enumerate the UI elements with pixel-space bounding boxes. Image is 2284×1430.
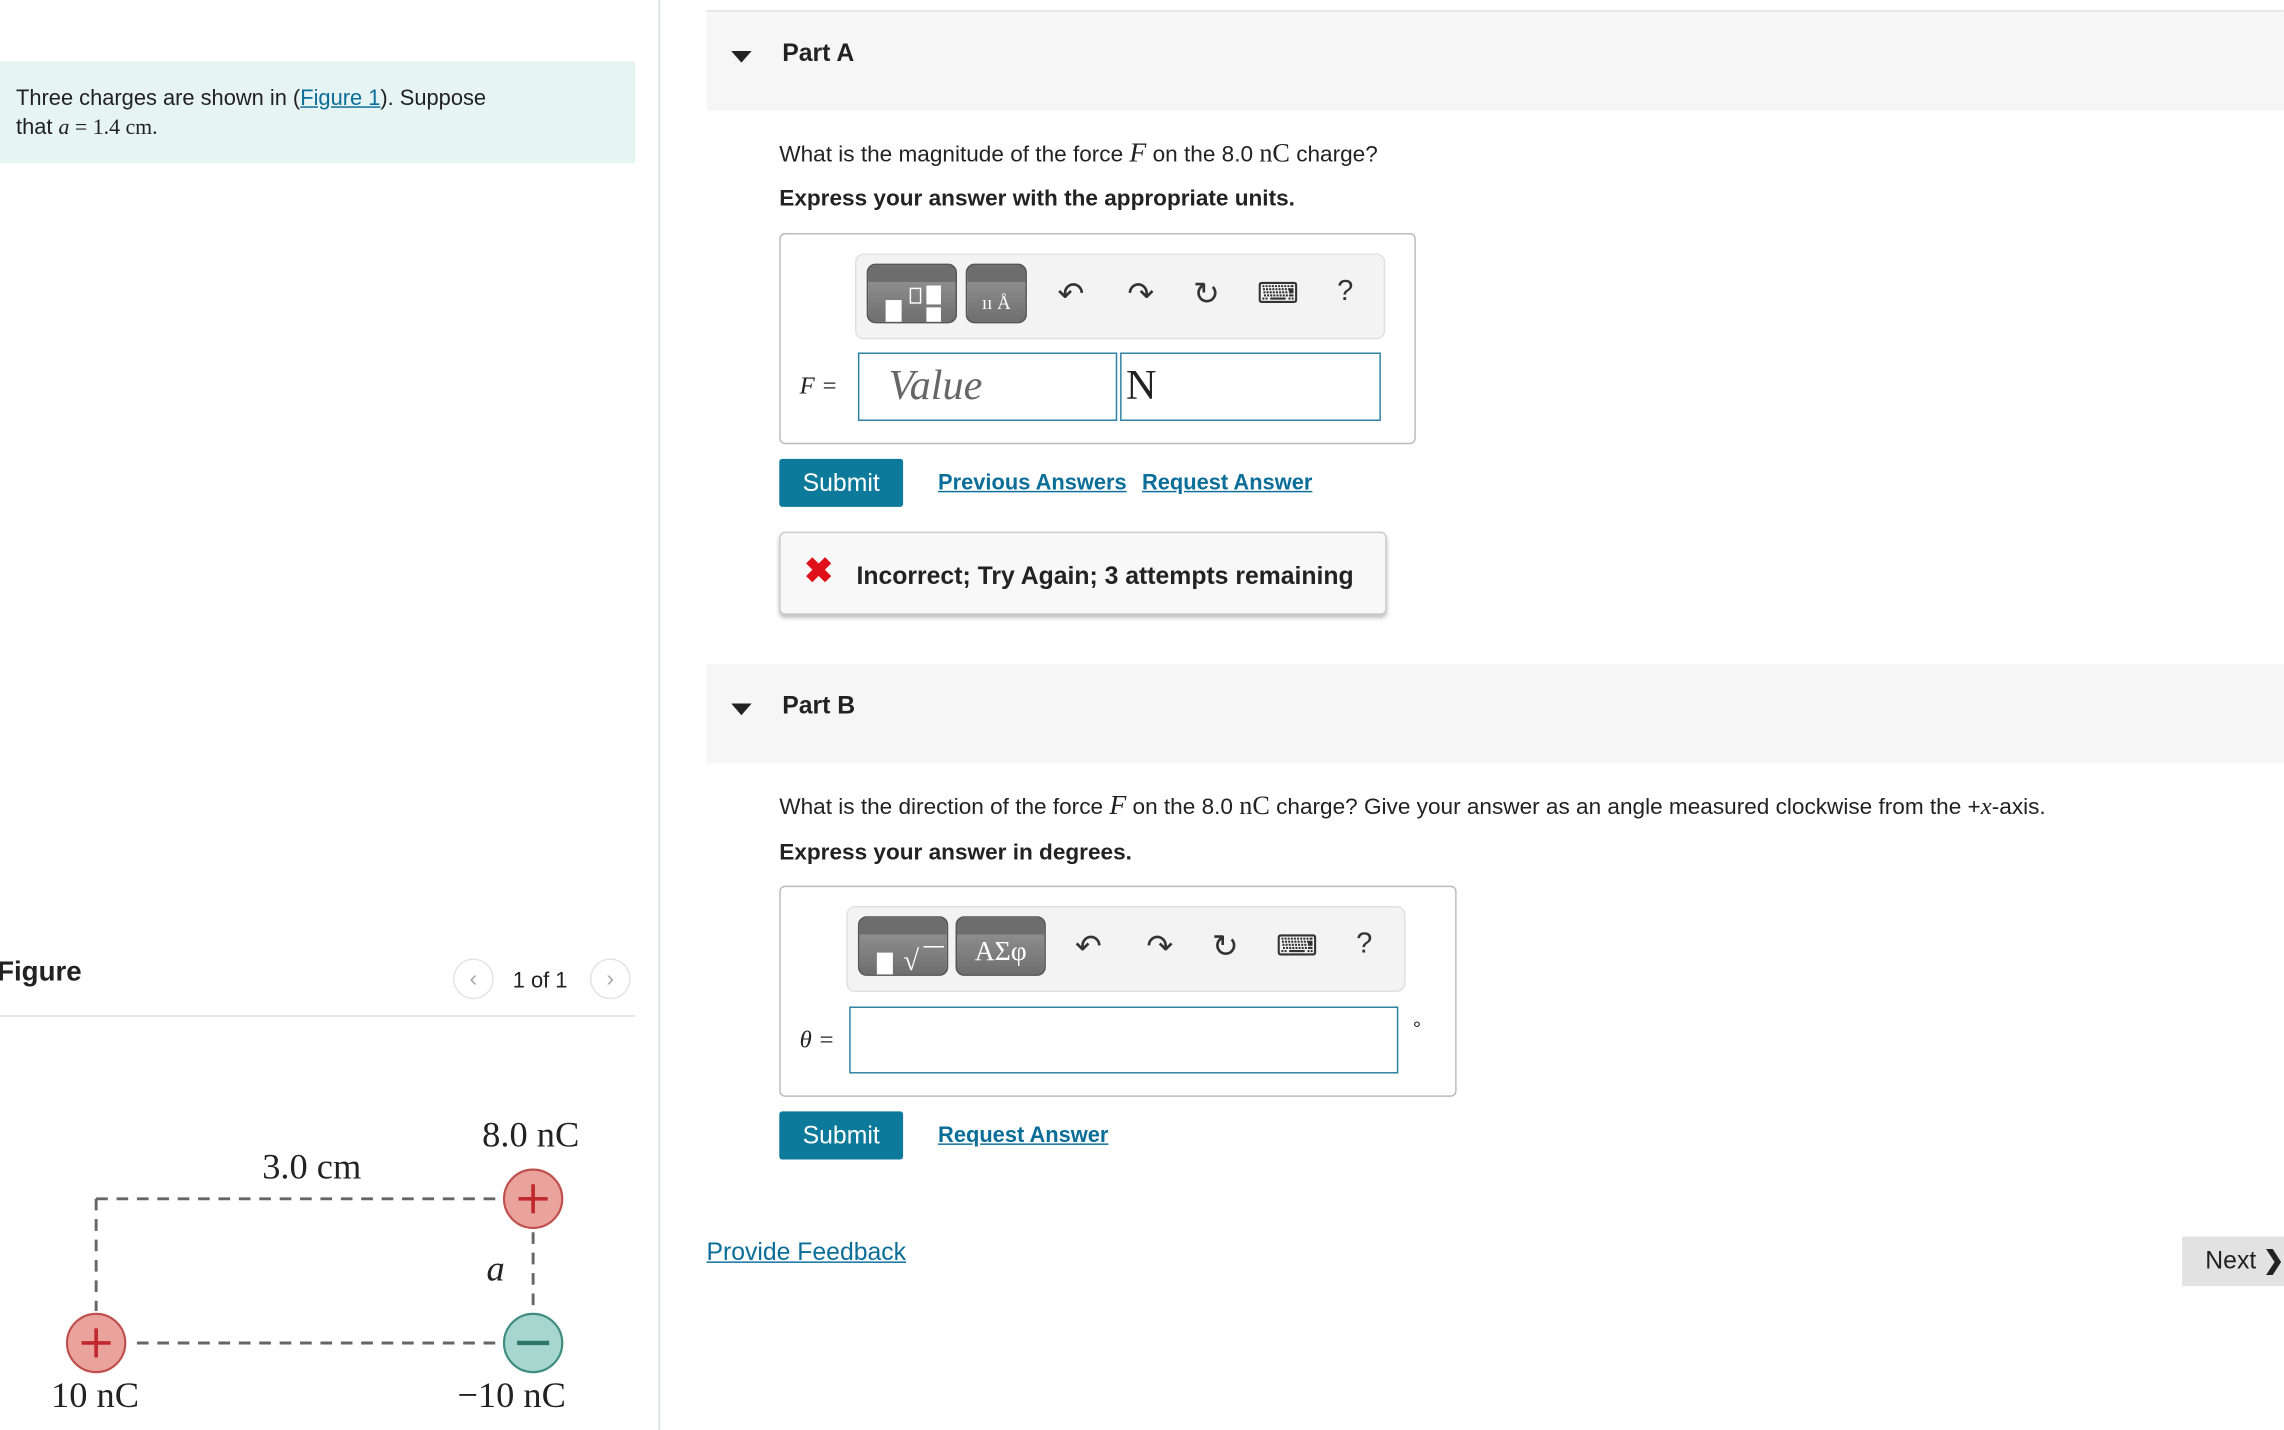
theta-label: θ = <box>799 1025 835 1054</box>
charge-label-bottom-right: −10 nC <box>457 1376 566 1416</box>
part-b-submit-button[interactable]: Submit <box>779 1111 904 1160</box>
figure-title: Figure <box>0 956 82 988</box>
force-vector: F <box>1129 138 1147 169</box>
help-icon[interactable]: ? <box>1356 928 1372 962</box>
problem-text: Three charges are shown in ( <box>16 85 301 111</box>
positive-charge-top-right <box>502 1168 564 1230</box>
part-b-request-answer-link[interactable]: Request Answer <box>938 1123 1108 1148</box>
next-figure-button[interactable]: › <box>589 958 631 1000</box>
f-label: F = <box>799 371 838 400</box>
redo-icon[interactable]: ↷ <box>1146 928 1173 966</box>
part-b-header[interactable]: Part B <box>706 664 2284 764</box>
incorrect-x-icon: ✖ <box>804 552 834 592</box>
charge-label-bottom-left: 10 nC <box>50 1376 140 1416</box>
math-toolbar: √ ΑΣφ ↶ ↷ ↻ ⌨ ? <box>846 906 1406 992</box>
figure-divider <box>0 1015 636 1017</box>
svg-text:√: √ <box>903 945 919 974</box>
problem-value: = 1.4 cm. <box>69 116 158 140</box>
part-b-title: Part B <box>782 691 856 720</box>
part-a-instruction: Express your answer with the appropriate… <box>779 186 1295 212</box>
undo-icon[interactable]: ↶ <box>1075 928 1102 966</box>
positive-charge-bottom-left <box>65 1312 127 1374</box>
charge-diagram <box>65 1168 564 1374</box>
problem-text: that <box>16 115 59 140</box>
prev-figure-button[interactable]: ‹ <box>453 958 494 1000</box>
value-input[interactable]: Value <box>857 352 1118 421</box>
unit-input[interactable]: N <box>1120 352 1381 421</box>
degree-symbol: ° <box>1412 1016 1422 1041</box>
part-a-request-answer-link[interactable]: Request Answer <box>1142 470 1312 495</box>
part-a-answer-box: ıı Å ↶ ↷ ↻ ⌨ ? F = Value N <box>779 233 1416 445</box>
part-a-header[interactable]: Part A <box>706 11 2284 111</box>
redo-icon[interactable]: ↷ <box>1127 275 1154 313</box>
next-button[interactable]: Next ❯ <box>2181 1236 2284 1287</box>
charge-label-top-right: 8.0 nC <box>482 1115 580 1156</box>
symbols-icon[interactable]: ΑΣφ <box>955 916 1046 976</box>
angle-input[interactable] <box>849 1006 1399 1074</box>
collapse-triangle-icon[interactable] <box>731 50 752 63</box>
negative-charge-bottom-right <box>502 1312 564 1374</box>
part-b-answer-box: √ ΑΣφ ↶ ↷ ↻ ⌨ ? θ = ° <box>779 885 1457 1097</box>
previous-answers-link[interactable]: Previous Answers <box>938 470 1127 495</box>
symbols-icon[interactable]: ıı Å <box>965 263 1027 324</box>
undo-icon[interactable]: ↶ <box>1057 275 1084 313</box>
part-a-submit-button[interactable]: Submit <box>779 458 904 507</box>
side-label: a <box>486 1249 505 1290</box>
collapse-triangle-icon[interactable] <box>731 703 752 716</box>
value-placeholder: Value <box>888 362 983 410</box>
feedback-text: Incorrect; Try Again; 3 attempts remaini… <box>856 562 1354 590</box>
help-icon[interactable]: ? <box>1337 275 1353 309</box>
part-b-question: What is the direction of the force F on … <box>779 790 2046 822</box>
problem-statement: Three charges are shown in (Figure 1). S… <box>0 61 636 164</box>
part-a-question: What is the magnitude of the force F on … <box>779 138 1378 169</box>
distance-label: 3.0 cm <box>262 1147 362 1188</box>
unit-value: N <box>1125 362 1157 410</box>
panel-divider[interactable] <box>658 0 660 1430</box>
reset-icon[interactable]: ↻ <box>1212 928 1239 966</box>
math-toolbar: ıı Å ↶ ↷ ↻ ⌨ ? <box>855 253 1386 340</box>
feedback-message: ✖ Incorrect; Try Again; 3 attempts remai… <box>779 531 1387 615</box>
figure-link[interactable]: Figure 1 <box>300 86 380 111</box>
reset-icon[interactable]: ↻ <box>1193 275 1220 313</box>
templates-icon[interactable]: √ <box>857 916 949 977</box>
keyboard-icon[interactable]: ⌨ <box>1257 275 1299 311</box>
problem-text: ). Suppose <box>380 85 487 111</box>
variable-a: a <box>58 116 70 140</box>
figure-pagination: 1 of 1 <box>512 968 568 994</box>
part-a-title: Part A <box>782 39 855 68</box>
chevron-right-icon: ❯ <box>2263 1246 2284 1275</box>
provide-feedback-link[interactable]: Provide Feedback <box>706 1238 906 1267</box>
keyboard-icon[interactable]: ⌨ <box>1276 928 1318 964</box>
part-b-instruction: Express your answer in degrees. <box>779 840 1132 866</box>
templates-icon[interactable] <box>866 263 957 324</box>
